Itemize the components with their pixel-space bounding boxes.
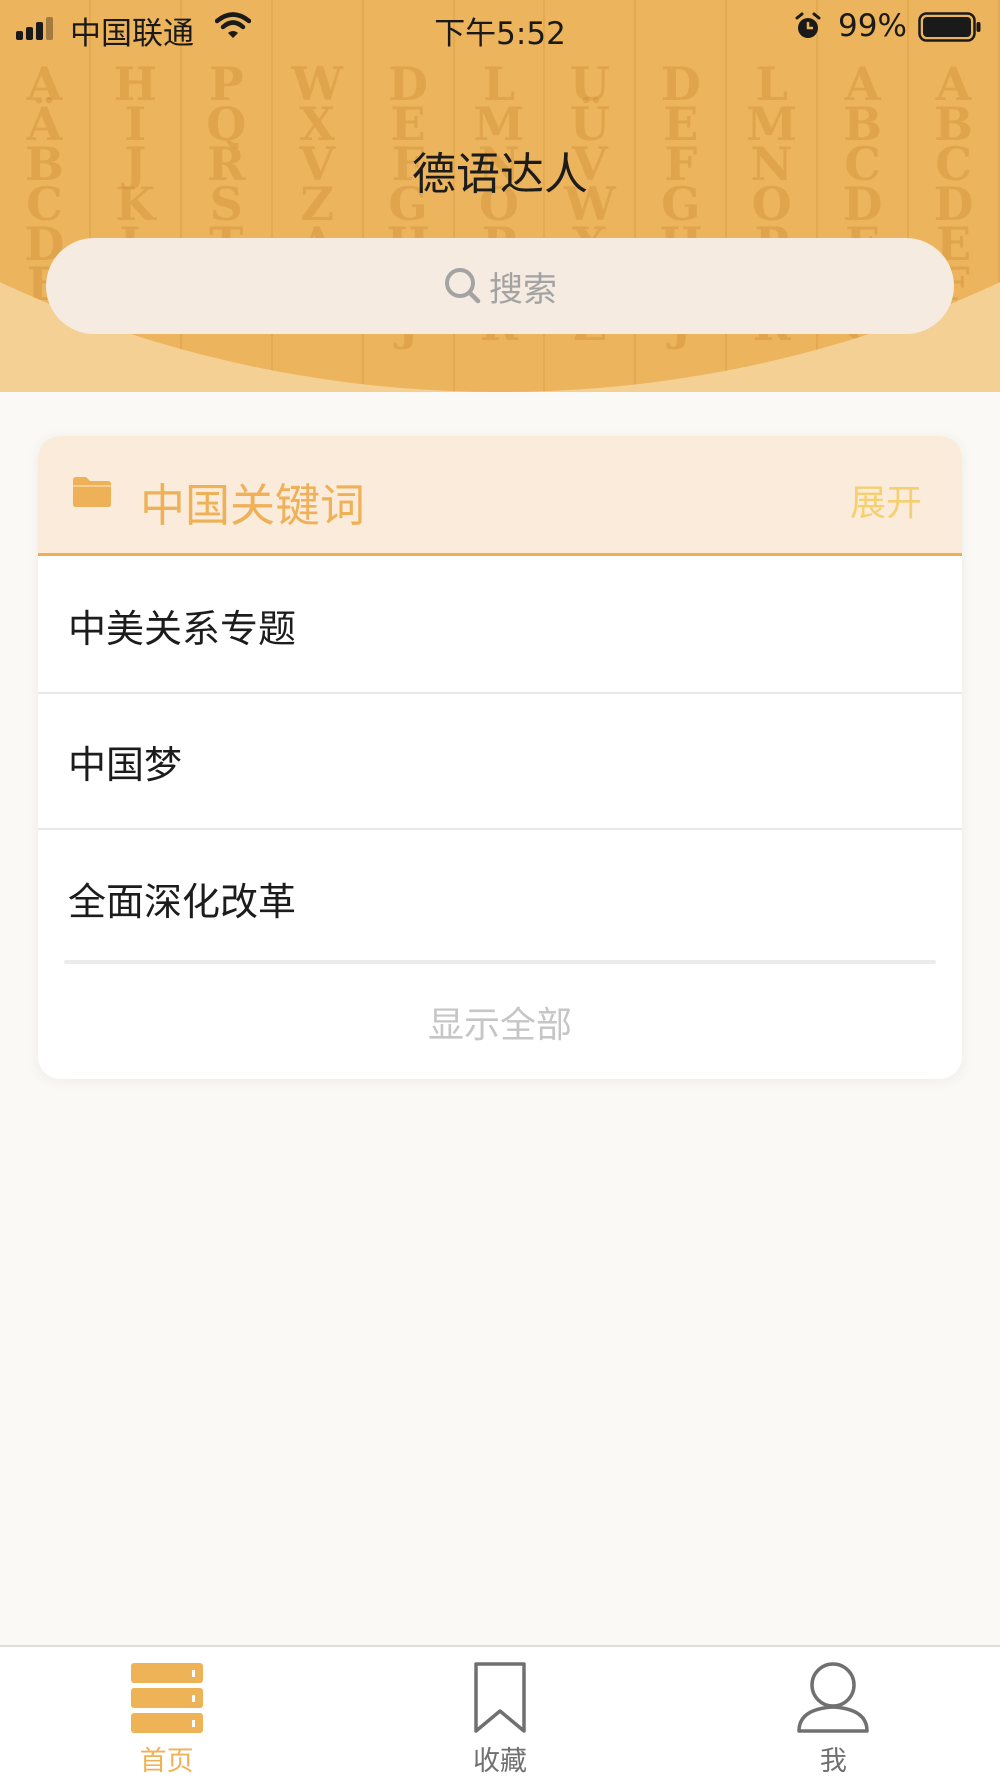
- list-item-label: 中国梦: [68, 743, 183, 787]
- list-item[interactable]: 中美关系专题: [38, 559, 962, 694]
- battery-percent: 99%: [838, 8, 907, 44]
- bookmark-icon: [474, 1662, 526, 1733]
- show-all-button[interactable]: 显示全部: [38, 964, 962, 1079]
- tab-home-label: 首页: [139, 1746, 194, 1777]
- search-placeholder: 搜索: [489, 269, 557, 310]
- app-title: 德语达人: [412, 149, 588, 200]
- folder-icon: [73, 477, 111, 507]
- tab-favorites[interactable]: 收藏: [333, 1647, 666, 1778]
- search-bar[interactable]: 搜索: [46, 238, 954, 334]
- card-header[interactable]: 中国关键词 展开: [38, 436, 962, 556]
- header: AÄBCDEFHIJKLPQRSTWXVZADEFGHIJLMNOPQRUÜVW…: [0, 0, 1000, 392]
- tab-me-label: 我: [819, 1746, 847, 1777]
- tab-bar: 首页 收藏 我: [0, 1645, 1000, 1778]
- status-bar: 中国联通 下午5:52 99%: [0, 0, 1000, 54]
- show-all-label: 显示全部: [427, 1004, 572, 1046]
- tab-favorites-label: 收藏: [472, 1746, 527, 1777]
- expand-button[interactable]: 展开: [850, 474, 922, 526]
- battery-icon: [918, 12, 981, 42]
- home-stack-icon: [130, 1663, 203, 1733]
- alarm-icon: [795, 12, 821, 38]
- search-icon: [445, 268, 481, 304]
- keyword-card: 中国关键词 展开 中美关系专题 中国梦 全面深化改革 显示全部: [38, 436, 962, 1079]
- list-item-label: 全面深化改革: [68, 880, 297, 924]
- user-icon: [797, 1662, 870, 1733]
- card-title: 中国关键词: [140, 479, 366, 532]
- list-item[interactable]: 中国梦: [38, 695, 962, 830]
- list-item[interactable]: 全面深化改革: [38, 831, 962, 966]
- tab-me[interactable]: 我: [667, 1647, 1000, 1778]
- tab-home[interactable]: 首页: [0, 1647, 333, 1778]
- list-item-label: 中美关系专题: [68, 607, 297, 651]
